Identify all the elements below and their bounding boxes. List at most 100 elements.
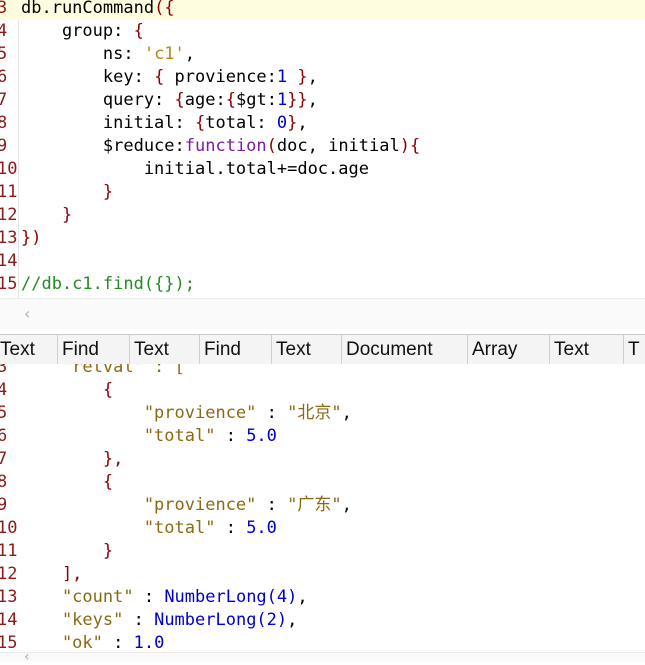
code-line[interactable]: 15//db.c1.find({}); <box>0 273 645 296</box>
code-token: { <box>154 67 165 87</box>
code-token: { <box>195 113 206 133</box>
line-number: 15 <box>0 633 18 652</box>
result-token: 5.0 <box>246 518 277 538</box>
result-token: : <box>215 426 247 446</box>
editor-horizontal-scrollbar[interactable]: ‹ <box>0 298 645 329</box>
result-tab[interactable]: T <box>624 335 645 365</box>
line-number: 10 <box>0 159 18 179</box>
code-token: , <box>307 67 318 87</box>
line-number: 5 <box>0 403 8 423</box>
line-number: 4 <box>0 21 8 41</box>
result-line: 14 "keys" : NumberLong(2), <box>0 609 645 632</box>
line-number: 3 <box>0 0 8 18</box>
code-token: { <box>174 90 185 110</box>
result-token: 1.0 <box>133 633 165 652</box>
code-line[interactable]: 7 query: {age:{$gt:1}}, <box>0 89 645 112</box>
code-line[interactable]: 6 key: { provience:1 }, <box>0 66 645 89</box>
code-token: }} <box>287 90 308 110</box>
result-tab[interactable]: Text <box>550 335 624 365</box>
result-tab[interactable]: Array <box>468 335 550 365</box>
code-line[interactable]: 11 } <box>0 181 645 204</box>
code-token: , <box>307 90 318 110</box>
line-number: 4 <box>0 380 8 400</box>
result-token: "北京" <box>287 403 342 423</box>
result-token: "ok" <box>21 633 103 652</box>
scroll-left-icon[interactable]: ‹ <box>24 649 30 665</box>
result-tab[interactable]: Document <box>342 335 468 365</box>
code-token: 1 <box>276 67 288 87</box>
code-line[interactable]: 8 initial: {total: 0}, <box>0 112 645 135</box>
code-line[interactable]: 10 initial.total+=doc.age <box>0 158 645 181</box>
result-token: }, <box>21 449 124 469</box>
scroll-left-icon[interactable]: ‹ <box>24 304 30 323</box>
line-number: 7 <box>0 449 8 469</box>
result-text: "keys" : NumberLong(2), <box>21 609 297 632</box>
code-token: key: <box>21 67 155 87</box>
code-text: initial: {total: 0}, <box>21 112 308 135</box>
code-token: 0 <box>276 113 288 133</box>
code-line[interactable]: 12 } <box>0 204 645 227</box>
result-token: "provience" <box>21 403 257 423</box>
result-panel[interactable]: 3 "retval" : [4 {5 "provience" : "北京", 6 … <box>0 364 645 652</box>
code-token: initial.total+=doc.age <box>21 159 369 179</box>
code-text: } <box>21 181 113 204</box>
code-text: ns: 'c1', <box>21 43 195 66</box>
result-text: "total" : 5.0 <box>21 517 277 540</box>
result-line: 6 "total" : 5.0 <box>0 425 645 448</box>
line-number: 13 <box>0 587 18 607</box>
result-text: "ok" : 1.0 <box>21 632 164 652</box>
result-line: 3 "retval" : [ <box>0 364 645 379</box>
result-token: "retval" : [ <box>21 364 185 377</box>
code-line[interactable]: 3 db.runCommand({ <box>0 0 645 20</box>
line-number: 14 <box>0 610 18 630</box>
code-text: initial.total+=doc.age <box>21 158 369 181</box>
code-editor[interactable]: 3 db.runCommand({4 group: {5 ns: 'c1', 6 k… <box>0 0 645 298</box>
line-number: 8 <box>0 472 8 492</box>
code-line[interactable]: 9 $reduce:function(doc, initial){ <box>0 135 645 158</box>
line-number: 7 <box>0 90 8 110</box>
code-token: , <box>184 44 196 64</box>
result-token: "count" <box>21 587 134 607</box>
result-token: "provience" <box>21 495 257 515</box>
line-number: 6 <box>0 67 8 87</box>
result-tab[interactable]: Text <box>130 335 200 365</box>
result-text: ], <box>21 563 82 586</box>
code-token: group: <box>21 21 134 41</box>
result-text: "retval" : [ <box>21 364 185 379</box>
result-token: ], <box>21 564 83 584</box>
result-token: } <box>21 541 114 561</box>
result-token: : <box>256 403 288 423</box>
code-token: , <box>297 113 308 133</box>
result-tab[interactable]: Text <box>272 335 342 365</box>
result-tab[interactable]: Find <box>200 335 272 365</box>
result-token: NumberLong(2) <box>154 610 288 630</box>
result-token: "广东" <box>287 495 342 515</box>
code-line[interactable]: 5 ns: 'c1', <box>0 43 645 66</box>
code-token: ({ <box>154 0 175 18</box>
result-text: { <box>21 379 113 402</box>
code-line[interactable]: 14 <box>0 250 645 273</box>
code-token: provience: <box>164 67 277 87</box>
code-token: } <box>297 67 308 87</box>
result-text: "count" : NumberLong(4), <box>21 586 308 609</box>
code-line[interactable]: 4 group: { <box>0 20 645 43</box>
code-text: query: {age:{$gt:1}}, <box>21 89 318 112</box>
code-line[interactable]: 13}) <box>0 227 645 250</box>
result-token: { <box>21 380 114 400</box>
line-number: 14 <box>0 251 18 271</box>
code-token: ){ <box>399 136 421 156</box>
line-number: 11 <box>0 182 18 202</box>
result-tab[interactable]: Text <box>0 335 58 365</box>
line-number: 8 <box>0 113 8 133</box>
code-token: 1 <box>276 90 288 110</box>
code-token: age: <box>184 90 226 110</box>
line-number: 12 <box>0 205 18 225</box>
result-token: : <box>133 587 165 607</box>
code-token: 'c1' <box>143 44 185 64</box>
line-number: 15 <box>0 274 18 294</box>
code-token: //db.c1.find({}); <box>21 274 195 294</box>
code-text: key: { provience:1 }, <box>21 66 318 89</box>
result-tab[interactable]: Find <box>58 335 130 365</box>
result-token: : <box>123 610 155 630</box>
result-token: { <box>21 472 114 492</box>
